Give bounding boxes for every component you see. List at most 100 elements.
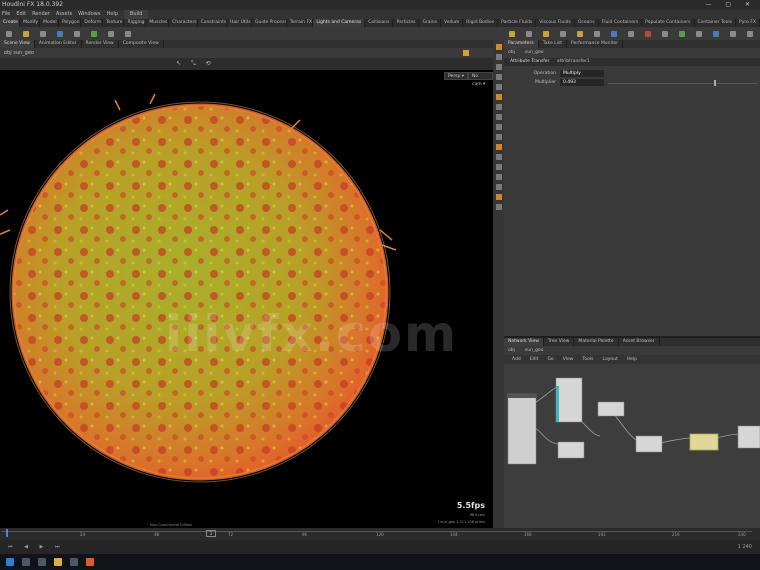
net-menu-tools[interactable]: Tools [582, 355, 593, 364]
tab-parameters[interactable]: Parameters [504, 40, 539, 48]
pin-icon[interactable] [463, 50, 469, 56]
shelf-tab[interactable]: Modify [20, 19, 41, 27]
shelf-tab[interactable]: Collisions [365, 19, 394, 27]
network-editor[interactable] [504, 364, 760, 528]
current-frame-field[interactable]: 1 [206, 530, 216, 537]
shelf-tab[interactable]: Lights and Cameras [313, 19, 366, 27]
shelf-tool[interactable] [659, 30, 671, 37]
shelf-tool[interactable] [506, 30, 518, 37]
shelf-tool[interactable] [122, 30, 134, 37]
tab-scene-view[interactable]: Scene View [0, 40, 35, 48]
ghost-icon[interactable] [495, 134, 502, 140]
menu-help[interactable]: Help [106, 10, 117, 19]
net-menu-layout[interactable]: Layout [602, 355, 617, 364]
tab-take-list[interactable]: Take List [539, 40, 568, 48]
task-view-icon[interactable] [38, 558, 46, 566]
shelf-tab[interactable]: Pyro FX [736, 19, 760, 27]
net-menu-edit[interactable]: Edit [530, 355, 539, 364]
shelf-tool[interactable] [523, 30, 535, 37]
multiplier-slider[interactable] [608, 83, 758, 84]
tab-tree-view[interactable]: Tree View [544, 338, 575, 346]
net-menu-view[interactable]: View [563, 355, 574, 364]
shelf-tool[interactable] [608, 30, 620, 37]
shelf-tool[interactable] [693, 30, 705, 37]
timeline-playhead[interactable] [6, 529, 8, 537]
tab-network-view[interactable]: Network View [504, 338, 544, 346]
shelf-tab[interactable]: Viscous Fluids [536, 19, 575, 27]
shelf-tab[interactable]: Muscles [146, 19, 170, 27]
shelf-tool[interactable] [54, 30, 66, 37]
browser-icon[interactable] [70, 558, 78, 566]
shelf-tool[interactable] [744, 30, 756, 37]
net-menu-add[interactable]: Add [512, 355, 521, 364]
file-explorer-icon[interactable] [54, 558, 62, 566]
viewport-path[interactable]: obj sun_geo [4, 50, 34, 56]
camera-lock-icon[interactable] [495, 154, 502, 160]
select-icon[interactable] [495, 44, 502, 50]
menu-assets[interactable]: Assets [56, 10, 72, 19]
display-icon[interactable] [495, 144, 502, 150]
tab-animation-editor[interactable]: Animation Editor [35, 40, 82, 48]
shelf-tool[interactable] [557, 30, 569, 37]
scale-icon[interactable] [495, 74, 502, 80]
grid-toggle-icon[interactable] [495, 164, 502, 170]
operation-dropdown[interactable]: Multiply [560, 70, 604, 77]
play-controls[interactable]: ⏮ ◀ ▶ ⏭ [8, 540, 64, 554]
persp-menu[interactable]: Persp ▾ [444, 72, 469, 80]
shelf-tab[interactable]: Create [0, 19, 21, 27]
net-menu-go[interactable]: Go [547, 355, 553, 364]
shelf-tab[interactable]: Deform [81, 19, 104, 27]
background-icon[interactable] [495, 194, 502, 200]
shelf-tool[interactable] [71, 30, 83, 37]
shelf-tab[interactable]: Particles [393, 19, 420, 27]
shelf-tool[interactable] [591, 30, 603, 37]
scene-viewport[interactable]: Persp ▾ No cam ▾ 5.5fps 96.52ms 1 sun_ge… [0, 70, 493, 528]
shelf-tool[interactable] [540, 30, 552, 37]
shelf-tab[interactable]: Populate Containers [642, 19, 695, 27]
shelf-tab[interactable]: Oceans [575, 19, 599, 27]
move-icon[interactable] [495, 54, 502, 60]
shelf-tab[interactable]: Constraints [198, 19, 228, 27]
shelf-tool[interactable] [642, 30, 654, 37]
windows-start-icon[interactable] [6, 558, 14, 566]
menu-render[interactable]: Render [32, 10, 50, 19]
shelf-tool[interactable] [710, 30, 722, 37]
shelf-tool[interactable] [727, 30, 739, 37]
tab-composite-view[interactable]: Composite View [119, 40, 164, 48]
shelf-tab[interactable]: Guide Process [252, 19, 287, 27]
tab-asset-browser[interactable]: Asset Browser [619, 338, 660, 346]
network-path-geo[interactable]: sun_geo [525, 346, 544, 355]
viewport-nav-icons[interactable]: ↖ ⤡ ⟲ [176, 58, 215, 70]
wireframe-icon[interactable] [495, 104, 502, 110]
network-path-obj[interactable]: obj [508, 346, 515, 355]
frame-range[interactable]: 1 240 [738, 540, 752, 554]
shelf-tab[interactable]: Hair Utils [227, 19, 253, 27]
safe-area-icon[interactable] [495, 204, 502, 210]
shelf-tool[interactable] [105, 30, 117, 37]
shelf-tool[interactable] [625, 30, 637, 37]
shelf-tool[interactable] [574, 30, 586, 37]
shelf-tab[interactable]: Terrain FX [287, 19, 314, 27]
lighting-icon[interactable] [495, 124, 502, 130]
shelf-tool[interactable] [20, 30, 32, 37]
shelf-tab[interactable]: Model [40, 19, 59, 27]
params-path-obj[interactable]: obj [508, 48, 515, 58]
params-path-geo[interactable]: sun_geo [525, 48, 544, 58]
desktop-selector[interactable]: Build [123, 10, 149, 19]
shelf-tab[interactable]: Container Tools [695, 19, 737, 27]
shelf-tool[interactable] [37, 30, 49, 37]
points-icon[interactable] [495, 174, 502, 180]
tab-material-palette[interactable]: Material Palette [574, 338, 619, 346]
timeline-ruler[interactable]: 1 24 48 72 96 120 144 168 192 216 240 [2, 531, 752, 538]
shelf-tab[interactable]: Grains [419, 19, 441, 27]
tab-performance-monitor[interactable]: Performance Monitor [567, 40, 624, 48]
camera-menu[interactable]: No cam ▾ [468, 72, 493, 87]
shading-icon[interactable] [495, 114, 502, 120]
multiplier-slider-knob[interactable] [714, 80, 716, 86]
tab-render-view[interactable]: Render View [82, 40, 119, 48]
rotate-icon[interactable] [495, 64, 502, 70]
node-name-field[interactable]: attribtransfer1 [557, 59, 590, 64]
shelf-tab[interactable]: Rigid Bodies [463, 19, 499, 27]
timeline[interactable]: 1 24 48 72 96 120 144 168 192 216 240 1 [0, 528, 760, 540]
window-controls[interactable]: — ▢ ✕ [705, 0, 756, 10]
